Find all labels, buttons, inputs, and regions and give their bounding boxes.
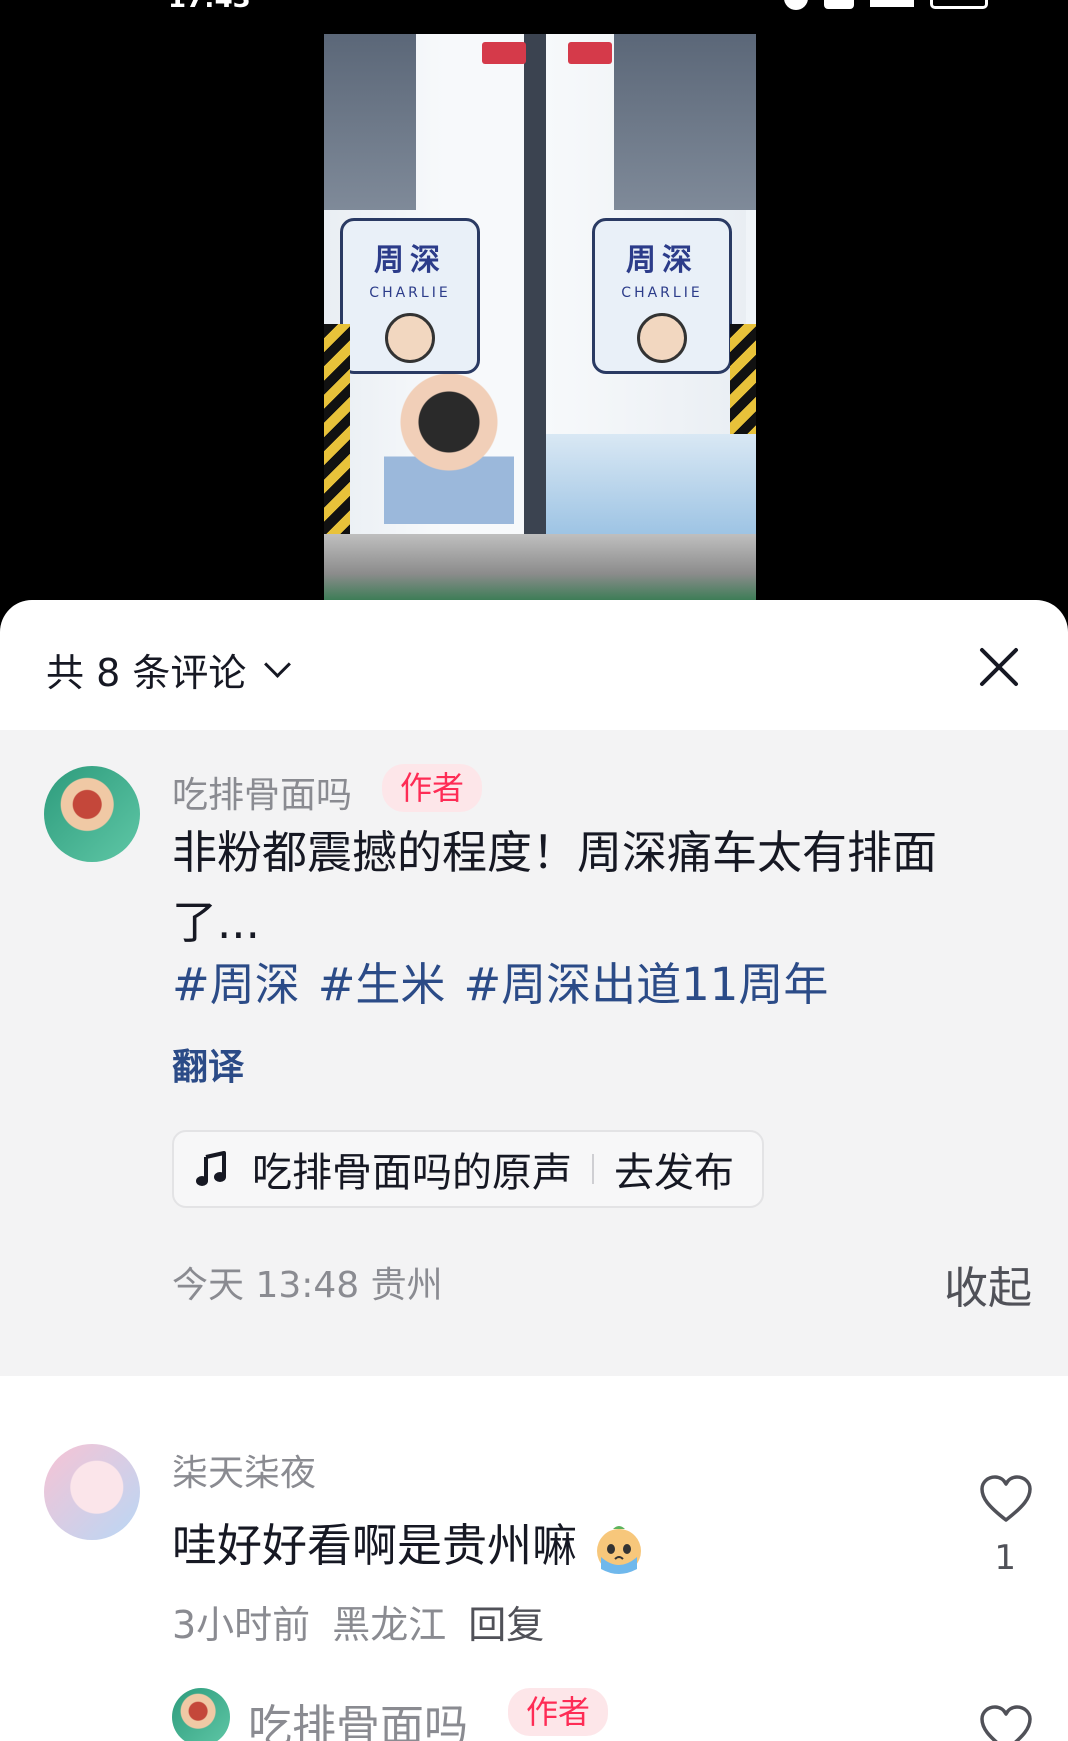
notification-icon bbox=[784, 0, 808, 10]
comment-meta: 3小时前 黑龙江 回复 bbox=[172, 1594, 544, 1649]
train-window-left bbox=[324, 34, 416, 210]
comment-text: 哇好好看啊是贵州嘛 bbox=[172, 1514, 647, 1578]
door-poster-left: 周深 CHARLIE bbox=[340, 218, 480, 374]
door-poster-right: 周深 CHARLIE bbox=[592, 218, 732, 374]
original-sound-pill: 吃排骨面吗的原声 去发布 bbox=[172, 1130, 764, 1208]
comment-text-body: 哇好好看啊是贵州嘛 bbox=[172, 1519, 578, 1572]
pill-divider bbox=[592, 1154, 594, 1184]
comment-item: 柒天柒夜 哇好好看啊是贵州嘛 3小时前 黑龙江 回复 1 bbox=[0, 1444, 1068, 1647]
train-floor bbox=[324, 534, 756, 600]
app-icon bbox=[824, 0, 854, 9]
comment-location: 黑龙江 bbox=[332, 1603, 447, 1647]
author-badge: 作者 bbox=[382, 764, 483, 812]
collapse-button[interactable]: 收起 bbox=[944, 1252, 1032, 1316]
comment-username[interactable]: 吃排骨面吗 bbox=[172, 766, 352, 818]
chevron-down-icon bbox=[264, 651, 292, 678]
comment-username[interactable]: 柒天柒夜 bbox=[172, 1444, 316, 1496]
comment-count-label: 共 8 条评论 bbox=[46, 651, 247, 695]
heart-icon[interactable] bbox=[978, 1474, 1034, 1524]
translate-link[interactable]: 翻译 bbox=[172, 1038, 244, 1090]
comment-text: 非粉都震撼的程度！周深痛车太有排面了... bbox=[172, 826, 938, 949]
comment-time-location: 今天 13:48 贵州 bbox=[172, 1265, 443, 1306]
close-icon[interactable] bbox=[974, 642, 1024, 692]
chibi-illustration bbox=[385, 313, 435, 363]
signal-icon bbox=[870, 0, 914, 7]
reply-item: 吃排骨面吗 作者 bbox=[0, 1684, 1068, 1741]
battery-icon bbox=[930, 0, 988, 9]
hazard-stripe bbox=[324, 324, 350, 564]
warning-sign bbox=[482, 42, 526, 64]
hashtag-link[interactable]: #生米 bbox=[318, 950, 446, 1020]
status-bar: 17:43 bbox=[0, 0, 1068, 14]
publish-button[interactable]: 去发布 bbox=[614, 1140, 734, 1198]
hashtag-link[interactable]: #周深 bbox=[172, 950, 300, 1020]
hashtag-link[interactable]: #周深出道11周年 bbox=[463, 950, 828, 1020]
poster-sea-illustration bbox=[546, 434, 756, 534]
crying-emoji-icon bbox=[597, 1526, 642, 1574]
heart-icon[interactable] bbox=[978, 1704, 1034, 1741]
warning-sign bbox=[568, 42, 612, 64]
status-time: 17:43 bbox=[168, 0, 251, 14]
sheet-header: 共 8 条评论 bbox=[0, 600, 1068, 730]
hashtag-list: #周深 #生米 #周深出道11周年 bbox=[172, 950, 828, 1020]
like-count: 1 bbox=[994, 1538, 1016, 1578]
door-gap bbox=[524, 34, 546, 534]
poster-en: CHARLIE bbox=[369, 285, 451, 301]
avatar[interactable] bbox=[44, 1444, 140, 1540]
singer-portrait bbox=[384, 374, 514, 524]
train-window-right bbox=[614, 34, 756, 210]
video-preview[interactable]: 周深 CHARLIE 周深 CHARLIE bbox=[324, 34, 756, 600]
author-comment: 吃排骨面吗 作者 非粉都震撼的程度！周深痛车太有排面了... #周深 #生米 #… bbox=[0, 730, 1068, 1376]
poster-name: 周深 bbox=[626, 243, 698, 278]
music-note-icon bbox=[196, 1151, 226, 1186]
comment-time: 3小时前 bbox=[172, 1603, 311, 1647]
reply-button[interactable]: 回复 bbox=[468, 1594, 544, 1649]
comment-username[interactable]: 吃排骨面吗 bbox=[248, 1690, 468, 1741]
comment-count-dropdown[interactable]: 共 8 条评论 bbox=[46, 642, 292, 697]
avatar[interactable] bbox=[172, 1688, 230, 1741]
chibi-illustration bbox=[637, 313, 687, 363]
comment-sheet: 共 8 条评论 吃排骨面吗 作者 非粉都震撼的程度！周深痛车太有排面了... #… bbox=[0, 600, 1068, 1741]
poster-en: CHARLIE bbox=[621, 285, 703, 301]
status-icons bbox=[784, 0, 988, 10]
original-sound-link[interactable]: 吃排骨面吗的原声 bbox=[252, 1140, 572, 1198]
author-badge: 作者 bbox=[508, 1688, 609, 1736]
avatar[interactable] bbox=[44, 766, 140, 862]
poster-name: 周深 bbox=[374, 243, 446, 278]
